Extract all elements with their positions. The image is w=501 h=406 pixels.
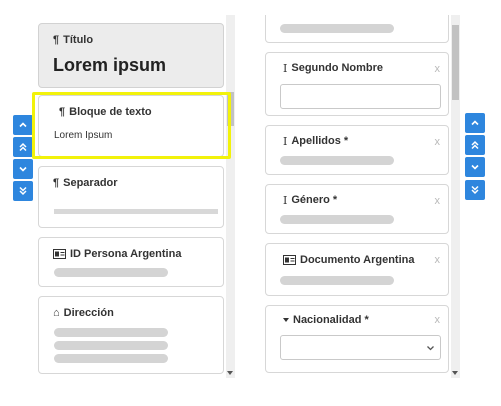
paragraph-icon: ¶ <box>53 33 60 46</box>
separator-line-preview <box>54 209 218 214</box>
form-field-genero[interactable]: I Género * x <box>265 184 449 234</box>
form-field-documento-label: Documento Argentina <box>300 254 415 266</box>
form-field-nacionalidad-header: Nacionalidad * <box>283 314 369 326</box>
palette-scrollbar[interactable] <box>226 15 235 378</box>
text-cursor-icon: I <box>283 193 288 207</box>
form-field-nacionalidad[interactable]: Nacionalidad * x <box>265 305 449 373</box>
titulo-sample-text: Lorem ipsum <box>53 55 167 75</box>
close-icon[interactable]: x <box>435 195 441 207</box>
form-field-nacionalidad-label: Nacionalidad * <box>293 314 369 326</box>
text-cursor-icon: I <box>283 61 288 75</box>
chevron-down-icon <box>427 346 434 351</box>
right-move-bottom-button[interactable] <box>465 180 485 200</box>
move-up-button[interactable] <box>13 115 33 135</box>
canvas-scrollbar-thumb[interactable] <box>452 25 459 100</box>
form-field-segundo-nombre-label: Segundo Nombre <box>291 62 384 74</box>
right-move-down-button[interactable] <box>465 157 485 177</box>
form-field-documento-header: Documento Argentina <box>283 254 415 266</box>
double-chevron-up-icon <box>19 142 27 152</box>
close-icon[interactable]: x <box>435 254 441 266</box>
id-card-icon <box>283 255 296 265</box>
placeholder-bar <box>54 268 168 277</box>
selection-highlight <box>32 92 231 159</box>
double-chevron-down-icon <box>471 185 479 195</box>
form-field-genero-label: Género * <box>291 194 338 206</box>
text-cursor-icon: I <box>283 134 288 148</box>
palette-item-titulo-header: ¶ Título <box>53 34 93 46</box>
placeholder-bar <box>280 215 394 224</box>
palette-item-direccion-label: Dirección <box>63 307 114 319</box>
right-move-top-button[interactable] <box>465 135 485 155</box>
palette-item-titulo-label: Título <box>63 34 94 46</box>
nacionalidad-select[interactable] <box>280 335 441 360</box>
canvas-scrollbar[interactable] <box>451 15 460 378</box>
placeholder-bar <box>54 328 168 337</box>
component-palette: ¶ Título Lorem ipsum ¶ Bloque de texto L… <box>36 15 238 378</box>
close-icon[interactable]: x <box>435 63 441 75</box>
form-field-segundo-nombre-header: I Segundo Nombre <box>283 62 383 74</box>
palette-item-id-persona-label: ID Persona Argentina <box>70 248 182 260</box>
home-icon: ⌂ <box>53 306 60 319</box>
chevron-up-icon <box>471 120 479 126</box>
move-bottom-button[interactable] <box>13 181 33 201</box>
palette-item-id-persona-header: ID Persona Argentina <box>53 248 181 260</box>
segundo-nombre-input[interactable] <box>280 84 441 109</box>
placeholder-bar <box>54 354 168 363</box>
form-field-apellidos[interactable]: I Apellidos * x <box>265 125 449 175</box>
palette-item-separador-header: ¶ Separador <box>53 177 118 189</box>
close-icon[interactable]: x <box>435 136 441 148</box>
palette-item-id-persona-argentina[interactable]: ID Persona Argentina <box>38 237 224 287</box>
caret-down-icon <box>283 318 289 322</box>
scroll-down-arrow-icon[interactable] <box>227 371 233 375</box>
id-card-icon <box>53 249 66 259</box>
scroll-down-arrow-icon[interactable] <box>452 371 458 375</box>
palette-item-direccion[interactable]: ⌂ Dirección <box>38 296 224 374</box>
move-top-button[interactable] <box>13 137 33 157</box>
form-field-documento-argentina[interactable]: Documento Argentina x <box>265 243 449 296</box>
palette-item-titulo[interactable]: ¶ Título Lorem ipsum <box>38 23 224 88</box>
placeholder-bar <box>280 156 394 165</box>
double-chevron-up-icon <box>471 140 479 150</box>
chevron-down-icon <box>19 166 27 172</box>
placeholder-bar <box>280 24 394 33</box>
form-field-apellidos-label: Apellidos * <box>291 135 349 147</box>
placeholder-bar <box>54 341 168 350</box>
move-down-button[interactable] <box>13 159 33 179</box>
right-move-up-button[interactable] <box>465 113 485 133</box>
palette-item-separador-label: Separador <box>63 177 118 189</box>
close-icon[interactable]: x <box>435 314 441 326</box>
placeholder-bar <box>280 276 394 285</box>
form-field-segundo-nombre[interactable]: I Segundo Nombre x <box>265 52 449 116</box>
form-builder-canvas: I Segundo Nombre x I Apellidos * x I Gén… <box>262 15 462 378</box>
paragraph-icon: ¶ <box>53 176 60 189</box>
double-chevron-down-icon <box>19 186 27 196</box>
palette-item-separador[interactable]: ¶ Separador <box>38 166 224 228</box>
form-field-card-partial[interactable] <box>265 15 449 43</box>
chevron-down-icon <box>471 164 479 170</box>
palette-item-direccion-header: ⌂ Dirección <box>53 307 114 319</box>
chevron-up-icon <box>19 122 27 128</box>
form-field-genero-header: I Género * <box>283 194 337 206</box>
form-field-apellidos-header: I Apellidos * <box>283 135 348 147</box>
